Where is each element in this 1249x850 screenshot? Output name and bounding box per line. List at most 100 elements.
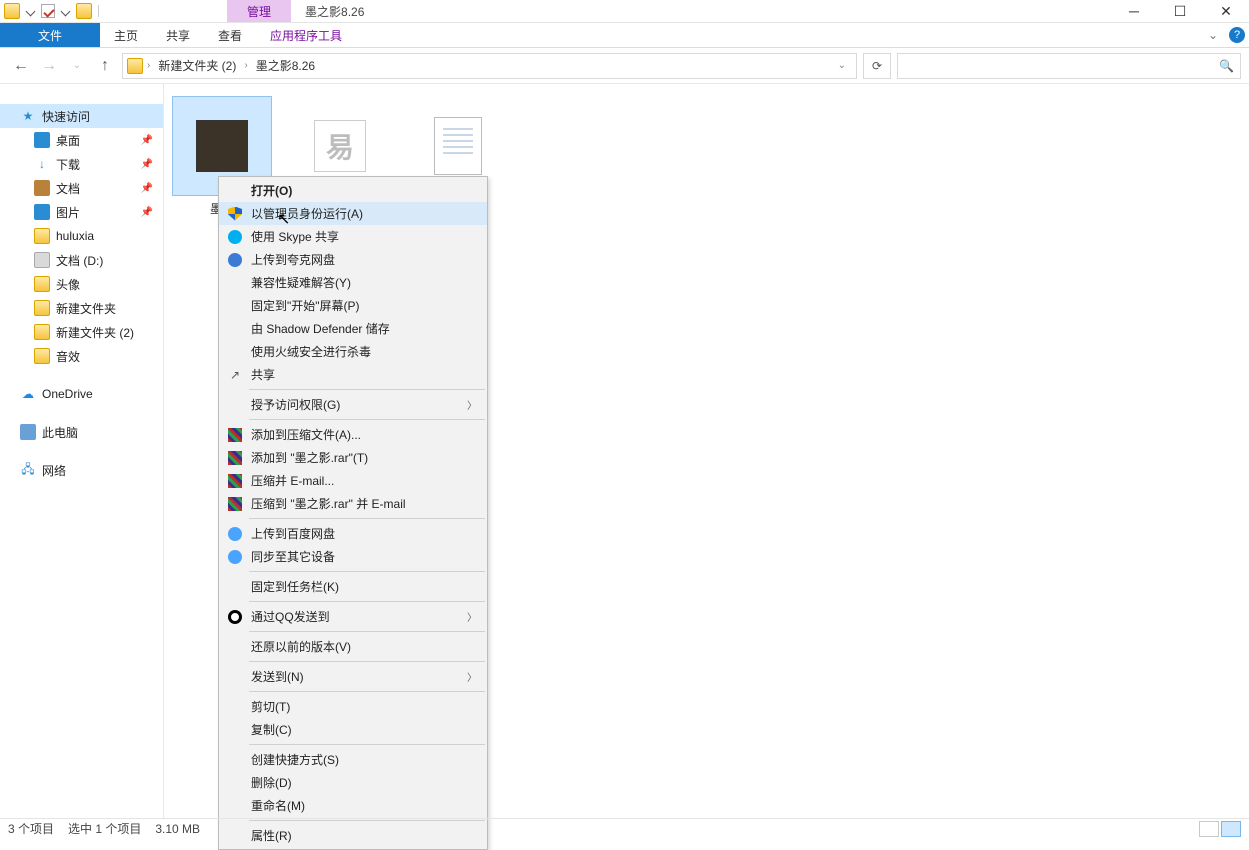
navigation-pane: ★ 快速访问 桌面 📌 ↓ 下载 📌 文档 📌 图片 📌 huluxia <box>0 84 164 818</box>
ctx-skype-share[interactable]: 使用 Skype 共享 <box>219 225 487 248</box>
ctx-copy[interactable]: 复制(C) <box>219 718 487 741</box>
nav-sfx[interactable]: 音效 <box>0 344 163 368</box>
ctx-restore-versions[interactable]: 还原以前的版本(V) <box>219 635 487 658</box>
ctx-create-shortcut[interactable]: 创建快捷方式(S) <box>219 748 487 771</box>
close-button[interactable]: ✕ <box>1203 0 1249 22</box>
ctx-baidu-upload[interactable]: 上传到百度网盘 <box>219 522 487 545</box>
desktop-icon <box>34 132 50 148</box>
ctx-pin-start[interactable]: 固定到"开始"屏幕(P) <box>219 294 487 317</box>
pictures-icon <box>34 204 50 220</box>
folder-icon <box>127 58 143 74</box>
breadcrumb-sep-icon[interactable]: › <box>244 60 247 71</box>
breadcrumb[interactable]: 新建文件夹 (2) <box>154 55 240 76</box>
separator <box>249 389 485 390</box>
submenu-arrow-icon: 〉 <box>467 669 479 684</box>
status-size: 3.10 MB <box>155 822 200 836</box>
ctx-delete[interactable]: 删除(D) <box>219 771 487 794</box>
up-button[interactable]: ↑ <box>94 55 116 77</box>
ctx-qq-send[interactable]: 通过QQ发送到〉 <box>219 605 487 628</box>
separator <box>249 571 485 572</box>
documents-icon <box>34 180 50 196</box>
nav-label: 文档 (D:) <box>56 252 103 269</box>
view-details-button[interactable] <box>1199 821 1219 837</box>
forward-button: → <box>38 55 60 77</box>
folder-icon <box>34 276 50 292</box>
folder-icon[interactable] <box>4 3 20 19</box>
nav-label: 文档 <box>56 180 80 197</box>
search-input[interactable]: 🔍 <box>897 53 1241 79</box>
qat-dropdown-icon[interactable] <box>61 6 71 16</box>
nav-quick-access[interactable]: ★ 快速访问 <box>0 104 163 128</box>
folder-icon <box>34 324 50 340</box>
window-controls: ─ ☐ ✕ <box>1111 0 1249 22</box>
nav-newfolder[interactable]: 新建文件夹 <box>0 296 163 320</box>
ribbon-tabs: 文件 主页 共享 查看 应用程序工具 ⌄ ? <box>0 23 1249 48</box>
ctx-add-rar[interactable]: 添加到 "墨之影.rar"(T) <box>219 446 487 469</box>
breadcrumb[interactable]: 墨之影8.26 <box>252 55 319 76</box>
winrar-icon <box>228 474 242 488</box>
ctx-open[interactable]: 打开(O) <box>219 179 487 202</box>
address-dropdown-icon[interactable]: ⌄ <box>838 60 852 71</box>
status-bar: 3 个项目 选中 1 个项目 3.10 MB <box>0 818 1249 838</box>
maximize-button[interactable]: ☐ <box>1157 0 1203 22</box>
pin-icon: 📌 <box>141 207 153 218</box>
tab-share[interactable]: 共享 <box>152 23 204 47</box>
pin-icon: 📌 <box>141 135 153 146</box>
recent-dropdown-icon[interactable]: ⌄ <box>66 55 88 77</box>
ctx-sync-devices[interactable]: 同步至其它设备 <box>219 545 487 568</box>
window-title: 墨之影8.26 <box>291 0 378 22</box>
ctx-cut[interactable]: 剪切(T) <box>219 695 487 718</box>
nav-downloads[interactable]: ↓ 下载 📌 <box>0 152 163 176</box>
quark-icon <box>228 253 242 267</box>
nav-avatar[interactable]: 头像 <box>0 272 163 296</box>
folder-icon[interactable] <box>76 3 92 19</box>
nav-desktop[interactable]: 桌面 📌 <box>0 128 163 152</box>
ctx-pin-taskbar[interactable]: 固定到任务栏(K) <box>219 575 487 598</box>
help-button[interactable]: ? <box>1225 23 1249 47</box>
refresh-button[interactable]: ⟳ <box>863 53 891 79</box>
nav-documents[interactable]: 文档 📌 <box>0 176 163 200</box>
nav-pictures[interactable]: 图片 📌 <box>0 200 163 224</box>
nav-onedrive[interactable]: ☁ OneDrive <box>0 382 163 406</box>
ctx-run-as-admin[interactable]: 以管理员身份运行(A) <box>219 202 487 225</box>
minimize-button[interactable]: ─ <box>1111 0 1157 22</box>
ctx-rename[interactable]: 重命名(M) <box>219 794 487 817</box>
ctx-quark-upload[interactable]: 上传到夸克网盘 <box>219 248 487 271</box>
properties-icon[interactable] <box>41 4 55 18</box>
quick-access-toolbar <box>0 0 105 22</box>
ctx-add-archive[interactable]: 添加到压缩文件(A)... <box>219 423 487 446</box>
tab-view[interactable]: 查看 <box>204 23 256 47</box>
ctx-zip-email[interactable]: 压缩并 E-mail... <box>219 469 487 492</box>
tab-app-tools[interactable]: 应用程序工具 <box>256 23 356 47</box>
ctx-share[interactable]: ↗共享 <box>219 363 487 386</box>
shield-icon <box>228 207 242 221</box>
separator <box>249 744 485 745</box>
ctx-huorong-scan[interactable]: 使用火绒安全进行杀毒 <box>219 340 487 363</box>
download-icon: ↓ <box>34 156 50 172</box>
tab-file[interactable]: 文件 <box>0 23 100 47</box>
nav-label: 桌面 <box>56 132 80 149</box>
address-bar[interactable]: › 新建文件夹 (2) › 墨之影8.26 ⌄ <box>122 53 857 79</box>
nav-huluxia[interactable]: huluxia <box>0 224 163 248</box>
pin-icon: 📌 <box>141 183 153 194</box>
tab-home[interactable]: 主页 <box>100 23 152 47</box>
view-large-icons-button[interactable] <box>1221 821 1241 837</box>
nav-label: 快速访问 <box>42 108 90 125</box>
ctx-send-to[interactable]: 发送到(N)〉 <box>219 665 487 688</box>
nav-newfolder2[interactable]: 新建文件夹 (2) <box>0 320 163 344</box>
nav-thispc[interactable]: 此电脑 <box>0 420 163 444</box>
baidu-icon <box>228 527 242 541</box>
ctx-shadow-defender[interactable]: 由 Shadow Defender 储存 <box>219 317 487 340</box>
breadcrumb-sep-icon[interactable]: › <box>147 60 150 71</box>
ctx-grant-access[interactable]: 授予访问权限(G)〉 <box>219 393 487 416</box>
folder-icon <box>34 300 50 316</box>
back-button[interactable]: ← <box>10 55 32 77</box>
baidu-icon <box>228 550 242 564</box>
ribbon-collapse-icon[interactable]: ⌄ <box>1201 23 1225 47</box>
winrar-icon <box>228 497 242 511</box>
ctx-rar-email[interactable]: 压缩到 "墨之影.rar" 并 E-mail <box>219 492 487 515</box>
ctx-compat[interactable]: 兼容性疑难解答(Y) <box>219 271 487 294</box>
nav-network[interactable]: 🖧 网络 <box>0 458 163 482</box>
qat-dropdown-icon[interactable] <box>26 6 36 16</box>
nav-docs-d[interactable]: 文档 (D:) <box>0 248 163 272</box>
